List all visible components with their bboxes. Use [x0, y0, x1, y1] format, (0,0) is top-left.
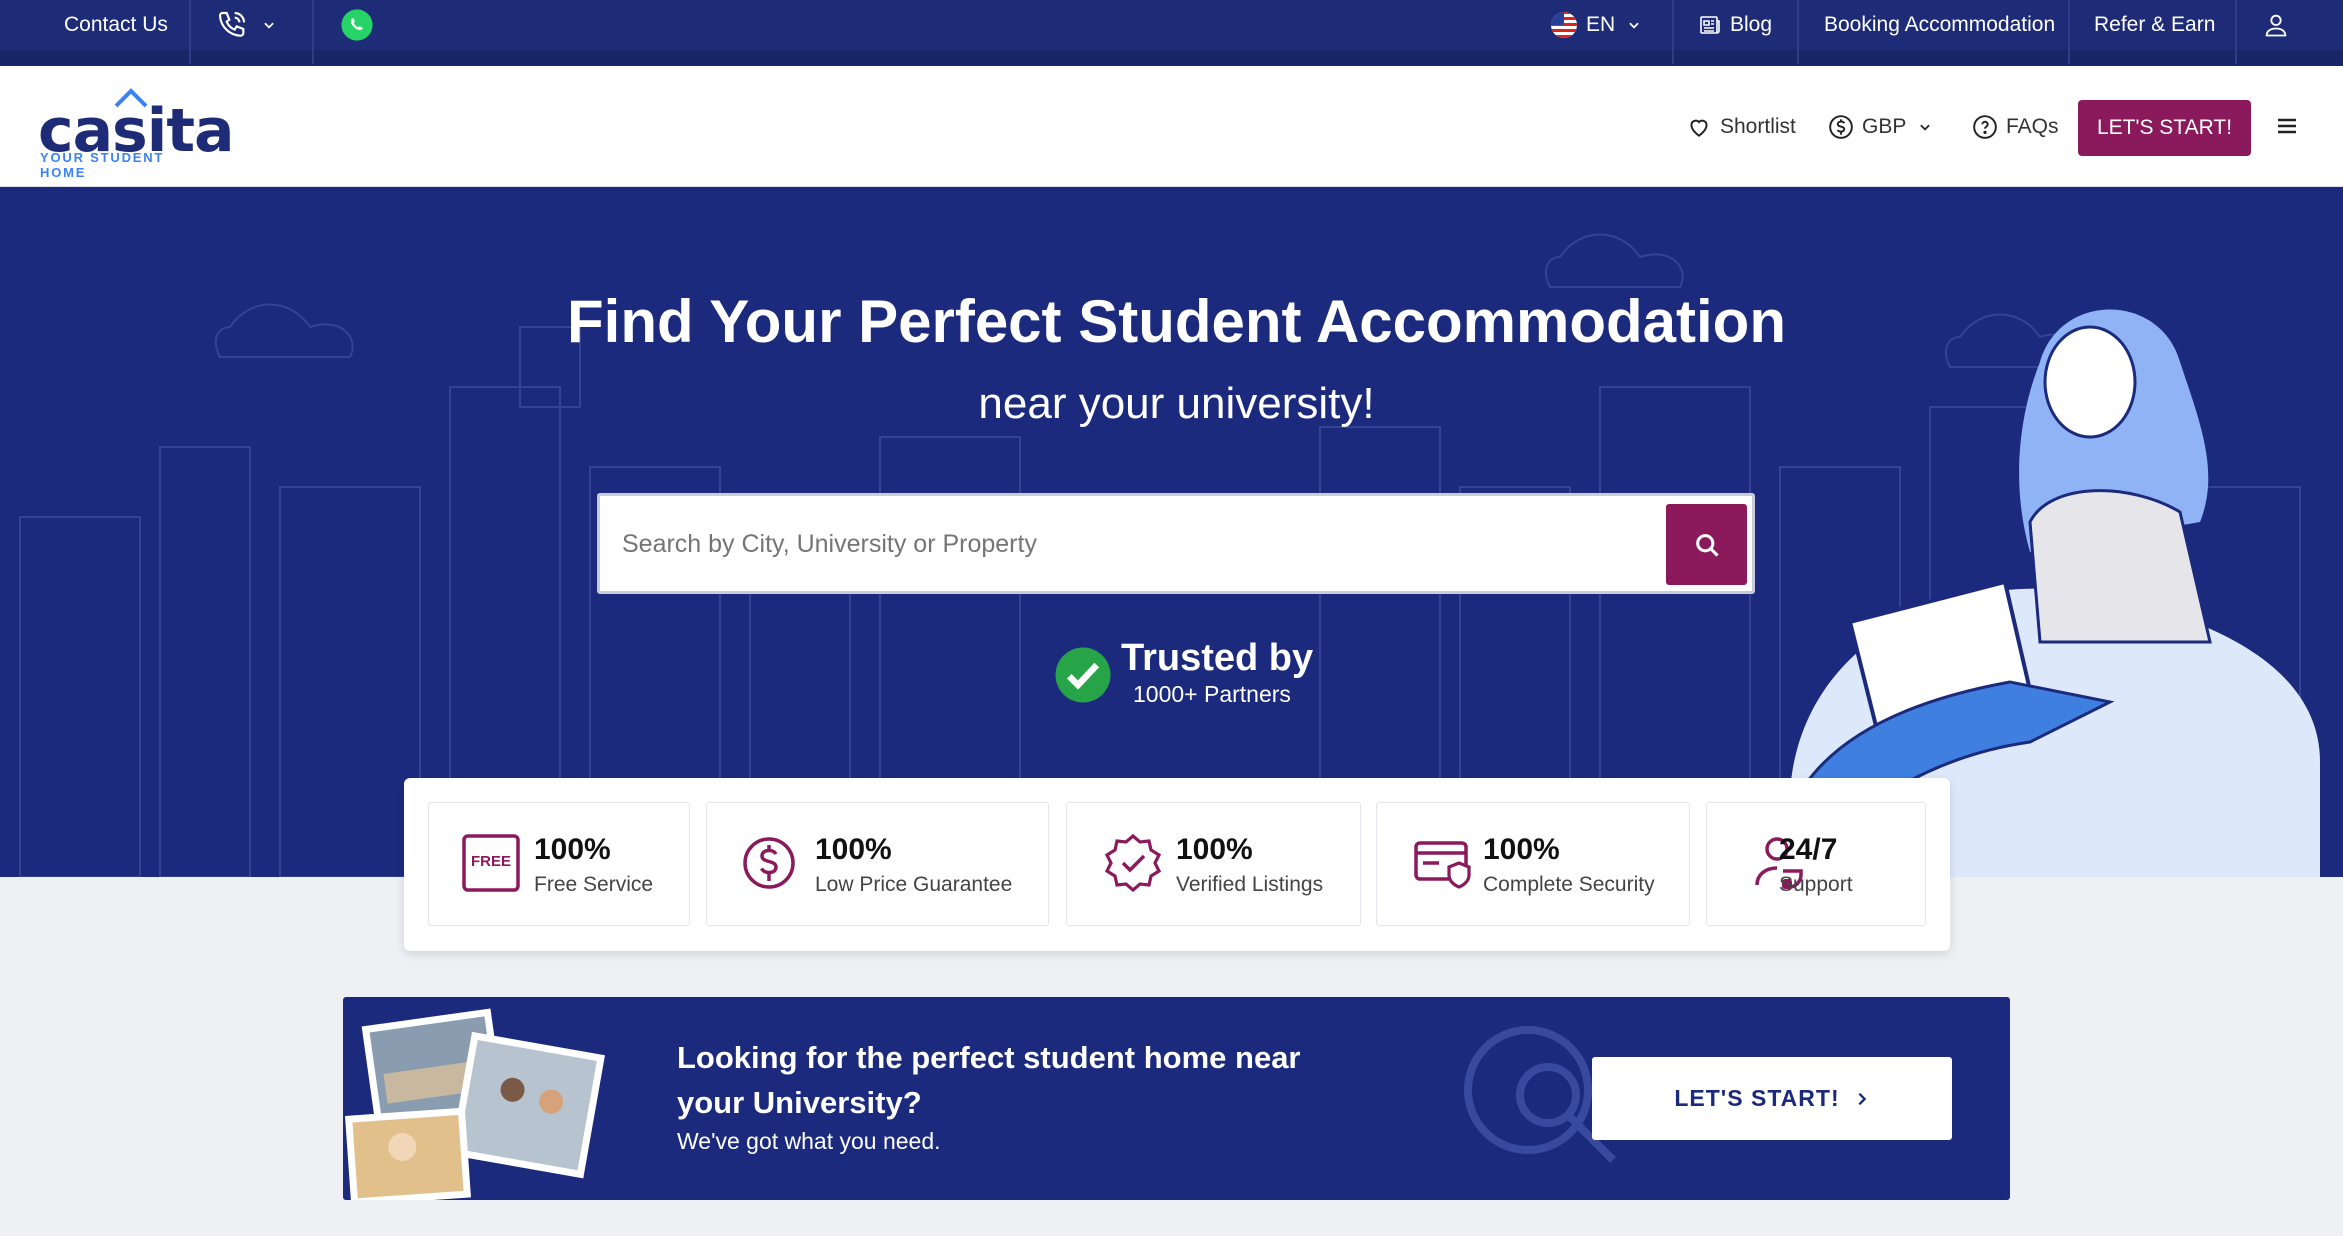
- banner-heading: Looking for the perfect student home nea…: [677, 1040, 1301, 1120]
- language-label: EN: [1586, 13, 1616, 36]
- blog-label: Blog: [1730, 13, 1773, 36]
- phone-icon: [218, 11, 246, 37]
- features-card: FREE 100% Free Service 100% Low Price Gu…: [404, 778, 1950, 951]
- chevron-down-icon: [1920, 124, 1931, 131]
- feature-label: Free Service: [534, 873, 654, 896]
- hero-section: Find Your Perfect Student Accommodation …: [0, 187, 2343, 877]
- search-button[interactable]: [1666, 504, 1747, 585]
- divider: [312, 0, 314, 64]
- divider: [1672, 0, 1674, 64]
- shortlist-link[interactable]: Shortlist: [1686, 66, 1796, 187]
- shortlist-label: Shortlist: [1720, 114, 1796, 138]
- language-selector[interactable]: EN: [1550, 0, 1641, 50]
- verified-badge-icon: [1104, 833, 1162, 893]
- banner-subtext: We've got what you need.: [677, 1128, 941, 1154]
- casita-logo[interactable]: casita YOUR STUDENT HOME: [38, 88, 235, 180]
- divider: [1797, 0, 1799, 64]
- heart-icon: [1690, 119, 1708, 137]
- whatsapp-icon: [341, 9, 373, 41]
- currency-label: GBP: [1862, 114, 1907, 138]
- feature-label: Low Price Guarantee: [815, 873, 1013, 896]
- contact-us-link[interactable]: Contact Us: [64, 0, 168, 50]
- search-input[interactable]: [622, 518, 1622, 570]
- whatsapp-link[interactable]: [340, 0, 374, 50]
- banner-button-label: LET'S START!: [1674, 1085, 1840, 1111]
- banner-start-button[interactable]: LET'S START!: [1592, 1057, 1952, 1140]
- free-icon: FREE: [461, 833, 521, 893]
- chevron-right-icon: [1858, 1092, 1866, 1105]
- dollar-icon: [743, 837, 795, 889]
- cta-banner: Looking for the perfect student home nea…: [343, 997, 2010, 1200]
- feature-label: Complete Security: [1483, 873, 1655, 896]
- feature-label: Support: [1779, 873, 1853, 896]
- check-circle-icon: [1055, 647, 1111, 703]
- feature-free-service: FREE 100% Free Service: [428, 802, 690, 926]
- refer-earn-link[interactable]: Refer & Earn: [2094, 0, 2215, 50]
- student-photos-collage: [344, 1008, 605, 1200]
- free-icon-text: FREE: [470, 853, 511, 870]
- chevron-down-icon: [1629, 22, 1639, 29]
- account-button[interactable]: [2262, 0, 2290, 50]
- dollar-circle-icon: [1829, 114, 1853, 139]
- logo-tagline: YOUR STUDENT HOME: [40, 150, 165, 180]
- faqs-label: FAQs: [2006, 114, 2059, 138]
- search-box: [597, 493, 1755, 594]
- chevron-down-icon: [264, 22, 274, 29]
- booking-accommodation-link[interactable]: Booking Accommodation: [1824, 0, 2055, 50]
- feature-value: 100%: [815, 833, 892, 866]
- hamburger-menu-icon[interactable]: [2275, 114, 2299, 138]
- search-icon: [1695, 533, 1719, 557]
- feature-value: 100%: [1483, 833, 1560, 866]
- divider: [2068, 0, 2070, 64]
- feature-verified: 100% Verified Listings: [1066, 802, 1361, 926]
- feature-value: 100%: [1176, 833, 1253, 866]
- feature-low-price: 100% Low Price Guarantee: [706, 802, 1049, 926]
- lets-start-button[interactable]: LET'S START!: [2078, 100, 2251, 156]
- trusted-title: Trusted by: [1121, 637, 1314, 679]
- feature-security: 100% Complete Security: [1376, 802, 1690, 926]
- secure-card-icon: [1414, 841, 1471, 889]
- question-circle-icon: [1973, 114, 1997, 139]
- currency-selector[interactable]: GBP: [1828, 66, 1940, 187]
- divider: [2235, 0, 2237, 64]
- main-header: casita YOUR STUDENT HOME Shortlist GBP F…: [0, 66, 2343, 187]
- faqs-link[interactable]: FAQs: [1972, 66, 2059, 187]
- feature-value: 100%: [534, 833, 611, 866]
- phone-dropdown[interactable]: [216, 0, 276, 50]
- top-bar: Contact Us EN Blog Booking Accommodation…: [0, 0, 2343, 66]
- us-flag-icon: [1551, 12, 1577, 38]
- divider: [189, 0, 191, 64]
- feature-label: Verified Listings: [1176, 873, 1324, 896]
- feature-value: 24/7: [1779, 833, 1838, 866]
- blog-link[interactable]: Blog: [1698, 0, 1772, 50]
- newspaper-icon: [1700, 16, 1720, 34]
- trusted-subtitle: 1000+ Partners: [1133, 681, 1291, 707]
- feature-support: 24/7 Support: [1706, 802, 1926, 926]
- user-icon: [2265, 14, 2287, 37]
